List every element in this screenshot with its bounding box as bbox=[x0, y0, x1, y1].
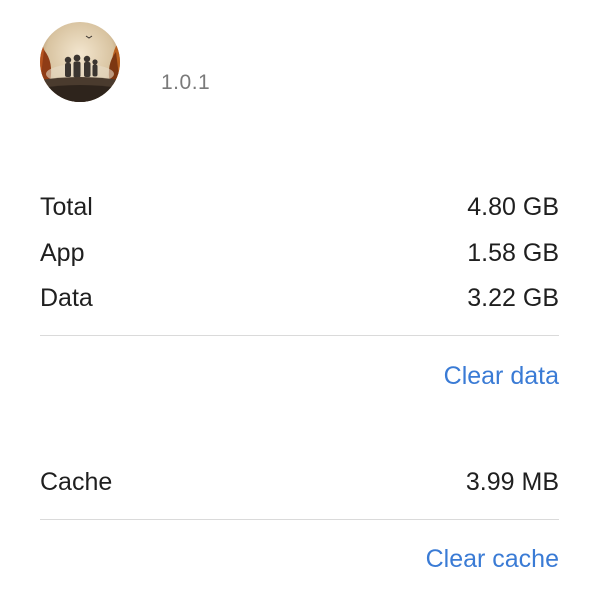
cache-label: Cache bbox=[40, 467, 113, 496]
cache-row: Cache 3.99 MB bbox=[40, 464, 559, 500]
storage-total-label: Total bbox=[40, 192, 93, 221]
clear-cache-button[interactable]: Clear cache bbox=[426, 545, 559, 574]
storage-divider bbox=[40, 335, 559, 336]
storage-data-label: Data bbox=[40, 283, 93, 312]
app-header: 1.0.1 bbox=[0, 0, 600, 140]
app-artwork-icon bbox=[40, 22, 120, 102]
cache-value: 3.99 MB bbox=[465, 467, 559, 496]
cache-divider bbox=[40, 519, 559, 520]
clear-data-button[interactable]: Clear data bbox=[444, 362, 559, 391]
app-version: 1.0.1 bbox=[161, 71, 211, 94]
storage-app-label: App bbox=[40, 238, 85, 267]
storage-row-app: App 1.58 GB bbox=[40, 235, 559, 271]
storage-app-value: 1.58 GB bbox=[467, 238, 559, 267]
storage-row-data: Data 3.22 GB bbox=[40, 280, 559, 316]
storage-row-total: Total 4.80 GB bbox=[40, 189, 559, 225]
storage-data-value: 3.22 GB bbox=[467, 283, 559, 312]
storage-total-value: 4.80 GB bbox=[467, 192, 559, 221]
